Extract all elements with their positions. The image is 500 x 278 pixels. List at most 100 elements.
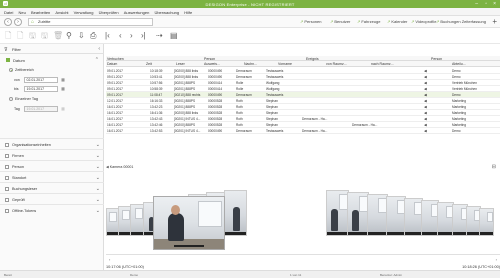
timeline-left-icon[interactable]: ‹: [109, 257, 110, 262]
table-row[interactable]: 16.01.2017 16:41:36 [00200] 888 links 00000…: [106, 110, 500, 116]
add-icon[interactable]: +: [492, 17, 497, 26]
column-nach-raumzone[interactable]: nach Raumz...: [371, 62, 394, 66]
section-checkbox[interactable]: [5, 175, 9, 180]
filter-funnel-icon[interactable]: ⚲: [66, 31, 72, 40]
section-checkbox[interactable]: [5, 153, 9, 158]
column-ausweis[interactable]: Ausweis...: [204, 62, 220, 66]
column-datum[interactable]: Datum: [107, 62, 117, 66]
chevron-down-icon[interactable]: ⌄: [96, 186, 100, 192]
delete-icon[interactable]: 🗑: [53, 31, 63, 40]
snapshot-icon[interactable]: ⊟: [492, 164, 496, 170]
einzelner-tag-radio[interactable]: [9, 97, 13, 101]
table-row[interactable]: 16.01.2017 13:42:23 [00201] 888PS 00000528 R…: [106, 104, 500, 110]
quicklink-buchungen[interactable]: ↗Buchungen Zeiterfassung: [436, 19, 486, 24]
address-bar[interactable]: ⌂ Zutritte: [28, 18, 153, 26]
datum-checkbox[interactable]: [6, 58, 10, 62]
section-buchungsleser[interactable]: Buchungsleser ⌄: [0, 182, 104, 193]
menu-ansicht[interactable]: Ansicht: [55, 10, 68, 15]
section-checkbox[interactable]: [5, 197, 9, 202]
bis-date-field[interactable]: 19.01.2017: [24, 86, 58, 92]
von-date-field[interactable]: 02.01.2017: [24, 77, 58, 83]
table-row[interactable]: 09.01.2017 11:08:47 [00210] 888 rechts 0000…: [106, 92, 500, 98]
column-von-raumzone[interactable]: von Raumz...: [326, 62, 347, 66]
chevron-down-icon[interactable]: ⌄: [96, 153, 100, 159]
collapse-icon[interactable]: ‹: [98, 46, 100, 52]
menu-hilfe[interactable]: Hilfe: [184, 10, 192, 15]
save-all-icon[interactable]: 🖫: [41, 31, 48, 40]
section-person[interactable]: Person ⌄: [0, 160, 104, 171]
column-vorname[interactable]: Vorname: [278, 62, 292, 66]
menu-bearbeiten[interactable]: Bearbeiten: [31, 10, 50, 15]
table-row[interactable]: 16.01.2017 13:42:53 [00201] INTUS 4... 0000…: [106, 128, 500, 134]
section-organisationseinheiten[interactable]: Organisationseinheiten ⌄: [0, 138, 104, 149]
new-document-icon[interactable]: 🗋: [5, 31, 11, 40]
section-firmen[interactable]: Firmen ⌄: [0, 149, 104, 160]
quicklink-videoprofile[interactable]: ↗Videoprofile: [411, 19, 436, 24]
chevron-down-icon[interactable]: ⌄: [96, 208, 100, 214]
calendar-icon[interactable]: ▦: [60, 77, 66, 83]
table-row[interactable]: 16.01.2017 13:42:46 [00200] 888PS 00000528 R…: [106, 122, 500, 128]
section-checkbox[interactable]: [5, 186, 9, 191]
table-row[interactable]: 09.01.2017 10:18:39 [00200] 888 links 00000…: [106, 68, 500, 74]
menu-verwaltung[interactable]: Verwaltung: [74, 10, 94, 15]
section-standort[interactable]: Standort ⌄: [0, 171, 104, 182]
column-leser[interactable]: Leser: [176, 62, 185, 66]
copy-document-icon[interactable]: 🗋: [17, 31, 23, 40]
video-frame[interactable]: [347, 192, 369, 236]
section-checkbox[interactable]: [5, 142, 9, 147]
video-frame[interactable]: [479, 208, 494, 236]
zeitbereich-radio[interactable]: [9, 68, 13, 72]
column-zeit[interactable]: Zeit: [146, 62, 152, 66]
back-button[interactable]: ‹: [4, 18, 12, 26]
column-nachname[interactable]: Nachn...: [244, 62, 257, 66]
goto-icon[interactable]: ⇢: [156, 31, 163, 40]
save-icon[interactable]: 🖫: [29, 31, 36, 40]
menu-auswertungen[interactable]: Auswertungen: [124, 10, 150, 15]
display-options-icon[interactable]: ▤: [170, 31, 178, 40]
calendar-icon[interactable]: ▦: [60, 106, 66, 112]
tag-date-field[interactable]: 19.01.2017: [24, 106, 58, 112]
chevron-down-icon[interactable]: ⌄: [96, 164, 100, 170]
video-frame[interactable]: [224, 190, 247, 236]
chevron-up-icon[interactable]: ⌃: [95, 57, 99, 63]
minimize-icon[interactable]: –: [475, 1, 478, 7]
quicklink-fahrzeuge[interactable]: ↗Fahrzeuge: [357, 19, 380, 24]
chevron-down-icon[interactable]: ⌄: [96, 142, 100, 148]
section-checkbox[interactable]: [5, 164, 9, 169]
chevron-down-icon[interactable]: ⌄: [96, 175, 100, 181]
video-frame[interactable]: [326, 190, 349, 236]
quicklink-benutzer[interactable]: ↗Benutzer: [330, 19, 350, 24]
calendar-icon[interactable]: ▦: [60, 86, 66, 92]
video-frame[interactable]: [367, 194, 388, 236]
table-row[interactable]: 09.01.2017 10:58:39 [00201] 888PS 00000414 R…: [106, 86, 500, 92]
close-icon[interactable]: ×: [493, 1, 496, 7]
section-offline-tokens[interactable]: Offline-Tokens ⌄: [0, 204, 104, 215]
last-record-icon[interactable]: ›|: [141, 31, 146, 40]
forward-button[interactable]: ›: [14, 18, 22, 26]
chevron-down-icon[interactable]: ⌄: [96, 197, 100, 203]
first-record-icon[interactable]: |‹: [105, 31, 110, 40]
next-record-icon[interactable]: ›: [130, 31, 133, 40]
filter-header[interactable]: ⊽ Filter ‹: [0, 44, 104, 54]
menu-ueberpruefen[interactable]: Überprüfen: [99, 10, 119, 15]
timeline-right-icon[interactable]: ›: [496, 257, 497, 262]
previous-record-icon[interactable]: ‹: [119, 31, 122, 40]
current-video-frame[interactable]: [153, 196, 225, 250]
column-abteilung[interactable]: Abteilu...: [452, 62, 466, 66]
table-row[interactable]: 09.01.2017 10:53:41 [00200] 888 links 00000…: [106, 74, 500, 80]
table-row[interactable]: 09.01.2017 10:57:56 [00201] 888PS 00000414 R…: [106, 80, 500, 86]
quicklink-kalender[interactable]: ↗Kalender: [387, 19, 407, 24]
table-row[interactable]: 12.01.2017 16:16:33 [00201] 888PS 00000528 R…: [106, 98, 500, 104]
video-frame[interactable]: [386, 196, 406, 236]
export-icon[interactable]: ⇩: [78, 31, 85, 40]
print-icon[interactable]: ⎙: [90, 31, 96, 40]
section-geprueft[interactable]: Geprüft ⌄: [0, 193, 104, 204]
quicklink-personen[interactable]: ↗Personen: [300, 19, 321, 24]
menu-datei[interactable]: Datei: [4, 10, 13, 15]
maximize-icon[interactable]: ▫: [485, 1, 487, 7]
camera-selector[interactable]: ◀Kamera 00001: [106, 165, 133, 169]
table-row[interactable]: 16.01.2017 13:42:43 [00201] INTUS 4... 0000…: [106, 116, 500, 122]
menu-neu[interactable]: Neu: [18, 10, 25, 15]
video-timeline[interactable]: ‹ › 10:17:06 (UTC+01:00) 10:18:26 (UTC+0…: [106, 254, 500, 270]
section-checkbox[interactable]: [5, 208, 9, 213]
